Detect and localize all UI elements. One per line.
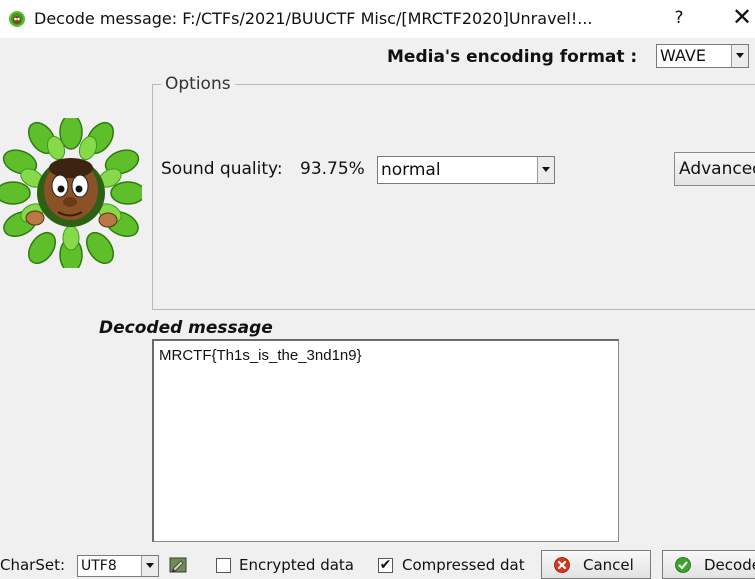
charset-select[interactable]: UTF8	[77, 555, 159, 577]
close-button[interactable]: ✕	[730, 4, 754, 30]
pen-icon[interactable]	[168, 556, 188, 574]
sound-quality-select-value: normal	[381, 160, 441, 180]
encoding-format-select[interactable]: WAVE	[656, 44, 749, 68]
compressed-data-label[interactable]: Compressed dat	[402, 556, 525, 574]
cancel-button-label: Cancel	[583, 556, 634, 574]
encrypted-data-checkbox[interactable]	[216, 558, 231, 573]
options-group	[152, 84, 755, 310]
advanced-button[interactable]: Advanced	[674, 152, 755, 186]
help-button[interactable]: ?	[670, 8, 688, 28]
sound-quality-select[interactable]: normal	[377, 156, 555, 184]
chevron-down-icon	[736, 53, 744, 58]
window-title: Decode message: F:/CTFs/2021/BUUCTF Misc…	[34, 9, 593, 28]
options-legend: Options	[161, 74, 235, 94]
decoded-message-heading: Decoded message	[99, 318, 273, 338]
encoding-format-value: WAVE	[660, 46, 706, 65]
compressed-data-checkbox[interactable]: ✔	[378, 558, 393, 573]
decode-button[interactable]: Decode	[662, 550, 755, 579]
checkmark-icon	[675, 557, 691, 573]
encoding-format-dropdown-button[interactable]	[731, 45, 748, 67]
charset-label: CharSet:	[0, 556, 66, 574]
encoding-format-label: Media's encoding format :	[387, 47, 638, 67]
chevron-down-icon	[146, 563, 154, 568]
app-icon	[9, 11, 25, 27]
cancel-icon	[554, 557, 570, 573]
cancel-button[interactable]: Cancel	[541, 550, 651, 579]
mascot-image	[0, 118, 142, 268]
charset-dropdown-button[interactable]	[141, 556, 158, 576]
decoded-message-textarea[interactable]: MRCTF{Th1s_is_the_3nd1n9}	[152, 339, 619, 542]
encrypted-data-label[interactable]: Encrypted data	[239, 556, 354, 574]
sound-quality-label: Sound quality:	[161, 159, 283, 179]
sound-quality-value: 93.75%	[300, 159, 365, 179]
sound-quality-dropdown-button[interactable]	[537, 157, 554, 183]
decode-button-label: Decode	[704, 556, 755, 574]
charset-select-value: UTF8	[81, 558, 117, 574]
chevron-down-icon	[542, 167, 550, 172]
title-bar: Decode message: F:/CTFs/2021/BUUCTF Misc…	[0, 0, 755, 38]
